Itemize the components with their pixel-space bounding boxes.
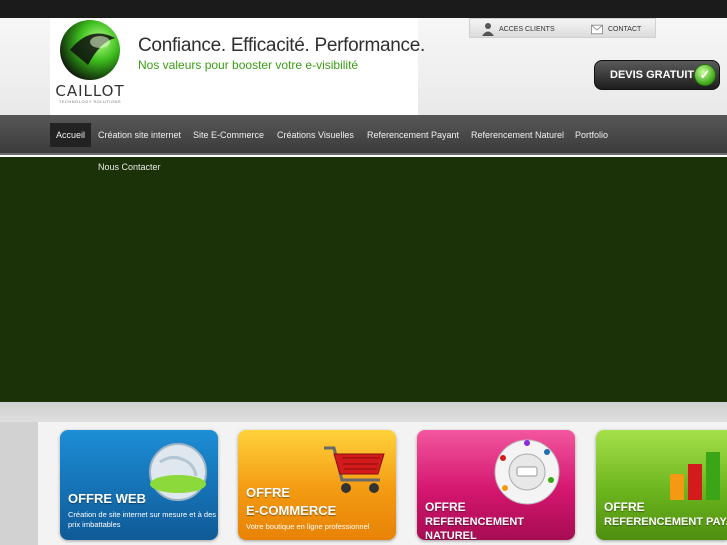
access-clients-label: ACCES CLIENTS bbox=[499, 25, 555, 33]
logo-subtitle: TECHNOLOGY SOLUTIONS bbox=[58, 99, 122, 104]
access-clients-link[interactable]: ACCES CLIENTS bbox=[482, 19, 555, 39]
offer-web-title: OFFRE WEB bbox=[68, 491, 146, 506]
nav-item-nous-contacter[interactable]: Nous Contacter bbox=[98, 157, 161, 177]
free-quote-label: DEVIS GRATUIT bbox=[610, 69, 695, 81]
nav-item-referencement-naturel[interactable]: Referencement Naturel bbox=[471, 123, 564, 147]
logo[interactable]: CAILLOT TECHNOLOGY SOLUTIONS bbox=[54, 20, 126, 104]
offer-referencement-payant-title-line1: OFFRE bbox=[604, 500, 645, 514]
slider-bottom-strip bbox=[0, 402, 727, 422]
offer-referencement-naturel-title-line2: REFERENCEMENT NATUREL bbox=[425, 516, 525, 540]
offer-web-card[interactable]: OFFRE WEB Création de site internet sur … bbox=[60, 430, 218, 540]
free-quote-button[interactable]: DEVIS GRATUIT ✓ bbox=[594, 60, 720, 90]
globe-icon bbox=[149, 443, 207, 501]
nav-item-creation-site[interactable]: Création site internet bbox=[98, 123, 181, 147]
hero-slider bbox=[0, 157, 727, 402]
offer-referencement-payant-card[interactable]: OFFRE REFERENCEMENT PAYANT bbox=[596, 430, 727, 540]
bar-chart-icon bbox=[670, 452, 720, 500]
offer-referencement-naturel-card[interactable]: OFFRE REFERENCEMENT NATUREL bbox=[417, 430, 575, 540]
offer-ecommerce-title-line1: OFFRE bbox=[246, 485, 291, 500]
logo-name: CAILLOT bbox=[55, 82, 125, 100]
nav-item-ecommerce[interactable]: Site E-Commerce bbox=[193, 123, 264, 147]
top-utility-menu: ACCES CLIENTS CONTACT bbox=[469, 18, 656, 38]
search-engines-icon bbox=[494, 439, 560, 505]
offer-referencement-payant-title-line2: REFERENCEMENT PAYANT bbox=[604, 516, 727, 528]
nav-item-portfolio[interactable]: Portfolio bbox=[575, 123, 608, 147]
nav-item-referencement-payant[interactable]: Referencement Payant bbox=[367, 123, 459, 147]
nav-item-accueil[interactable]: Accueil bbox=[50, 123, 92, 147]
offer-web-description: Création de site internet sur mesure et … bbox=[68, 510, 216, 529]
offer-referencement-naturel-title-line1: OFFRE bbox=[425, 500, 466, 514]
envelope-icon bbox=[591, 22, 603, 36]
contact-label: CONTACT bbox=[608, 25, 642, 33]
offer-ecommerce-description: Votre boutique en ligne professionnel bbox=[246, 522, 370, 531]
offer-ecommerce-card[interactable]: OFFRE E-COMMERCE Votre boutique en ligne… bbox=[238, 430, 396, 540]
logo-emblem-icon bbox=[60, 20, 120, 80]
shopping-cart-icon bbox=[324, 446, 385, 493]
contact-link[interactable]: CONTACT bbox=[591, 19, 641, 39]
page-subtagline: Nos valeurs pour booster votre e-visibil… bbox=[138, 58, 359, 72]
user-icon bbox=[482, 22, 494, 36]
page-tagline: Confiance. Efficacité. Performance. bbox=[138, 35, 425, 56]
check-icon: ✓ bbox=[694, 64, 716, 86]
top-bar bbox=[0, 0, 727, 18]
offer-ecommerce-title-line2: E-COMMERCE bbox=[246, 503, 337, 518]
nav-item-creations-visuelles[interactable]: Créations Visuelles bbox=[277, 123, 354, 147]
main-navigation: Accueil Création site internet Site E-Co… bbox=[0, 115, 727, 155]
